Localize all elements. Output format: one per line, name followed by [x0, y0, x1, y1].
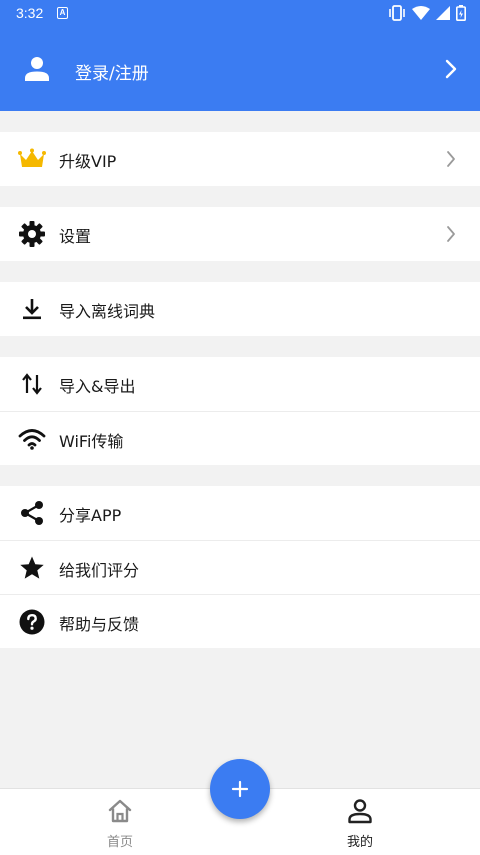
download-icon — [18, 295, 46, 323]
tab-mine[interactable]: 我的 — [300, 789, 420, 855]
login-register-label: 登录/注册 — [75, 64, 149, 84]
home-icon — [108, 799, 132, 823]
menu-group-about: 分享APP 给我们评分 帮助与反馈 — [0, 486, 480, 648]
status-time: 3:32 — [16, 5, 44, 21]
chevron-right-icon — [445, 59, 457, 79]
wifi-icon — [18, 425, 46, 453]
rate-us-item[interactable]: 给我们评分 — [0, 540, 480, 594]
person-icon — [25, 57, 49, 81]
star-icon — [18, 554, 46, 582]
upgrade-vip-label: 升级VIP — [59, 152, 117, 171]
swap-vertical-icon — [18, 370, 46, 398]
upgrade-vip-item[interactable]: 升级VIP — [0, 132, 480, 186]
help-circle-icon — [18, 608, 46, 636]
vibrate-icon — [389, 5, 405, 21]
menu-group-vip: 升级VIP — [0, 132, 480, 186]
wifi-signal-icon — [412, 6, 430, 20]
wifi-transfer-item[interactable]: WiFi传输 — [0, 411, 480, 465]
share-icon — [18, 499, 46, 527]
menu-group-transfer: 导入&导出 WiFi传输 — [0, 357, 480, 465]
crown-icon — [18, 145, 46, 173]
app-notification-icon: A — [57, 7, 68, 19]
settings-item[interactable]: 设置 — [0, 207, 480, 261]
settings-label: 设置 — [59, 227, 92, 246]
help-feedback-item[interactable]: 帮助与反馈 — [0, 594, 480, 648]
add-fab-button[interactable] — [210, 759, 270, 819]
person-outline-icon — [348, 799, 372, 824]
import-offline-dict-label: 导入离线词典 — [59, 302, 156, 321]
status-icons — [388, 5, 466, 21]
tab-home-label: 首页 — [106, 835, 133, 850]
chevron-right-icon — [447, 226, 455, 242]
import-export-item[interactable]: 导入&导出 — [0, 357, 480, 411]
help-feedback-label: 帮助与反馈 — [59, 615, 140, 634]
rate-us-label: 给我们评分 — [59, 561, 140, 580]
tab-home[interactable]: 首页 — [60, 789, 180, 855]
menu-group-import-dict: 导入离线词典 — [0, 282, 480, 336]
import-offline-dict-item[interactable]: 导入离线词典 — [0, 282, 480, 336]
wifi-transfer-label: WiFi传输 — [59, 432, 124, 451]
cellular-signal-icon — [436, 6, 450, 20]
gear-icon — [18, 220, 46, 248]
app-header: 3:32 A 登录/注册 — [0, 0, 480, 111]
login-register-row[interactable]: 登录/注册 — [0, 42, 480, 98]
chevron-right-icon — [447, 151, 455, 167]
tab-mine-label: 我的 — [346, 835, 373, 850]
status-bar: 3:32 A — [0, 0, 480, 28]
menu-group-settings: 设置 — [0, 207, 480, 261]
share-app-label: 分享APP — [59, 506, 122, 525]
battery-icon — [456, 5, 466, 21]
plus-icon — [231, 780, 249, 798]
import-export-label: 导入&导出 — [59, 377, 136, 396]
share-app-item[interactable]: 分享APP — [0, 486, 480, 540]
